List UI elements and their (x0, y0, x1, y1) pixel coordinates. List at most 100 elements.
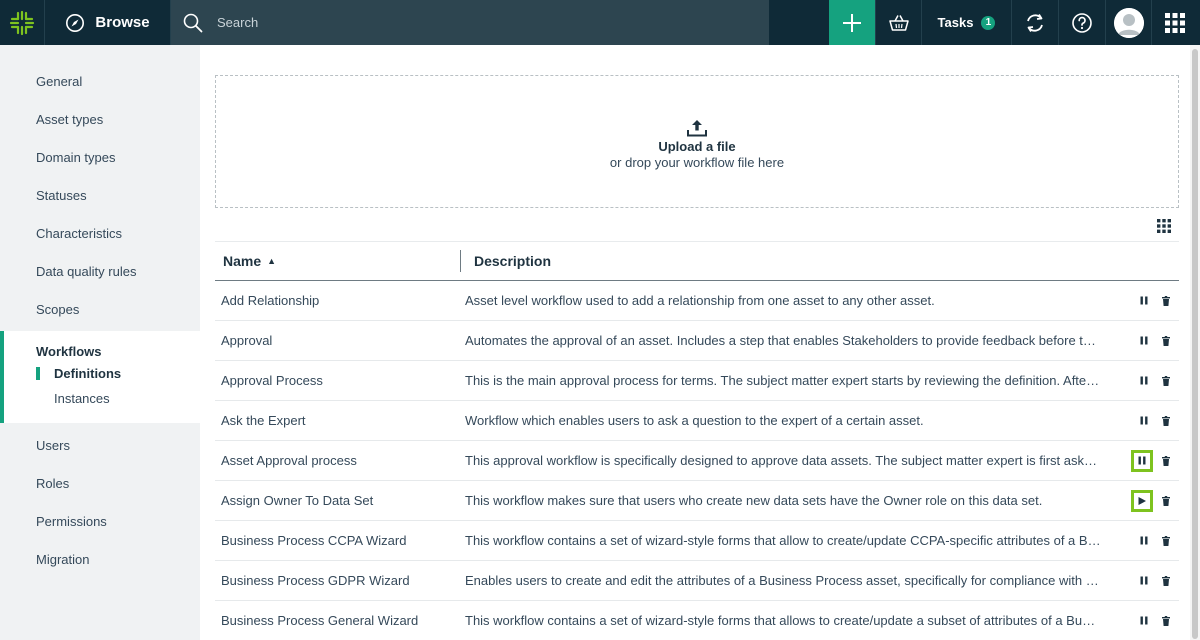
table-row[interactable]: Ask the Expert Workflow which enables use… (215, 401, 1179, 441)
sidebar-item-asset-types[interactable]: Asset types (0, 100, 200, 138)
workflow-description: Enables users to create and edit the att… (465, 573, 1101, 588)
tasks-button[interactable]: Tasks 1 (921, 0, 1011, 45)
row-actions (1101, 612, 1179, 630)
trash-icon (1162, 335, 1170, 346)
delete-workflow-button[interactable] (1157, 492, 1175, 510)
help-button[interactable] (1058, 0, 1105, 45)
table-row[interactable]: Assign Owner To Data Set This workflow ma… (215, 481, 1179, 521)
top-navigation-bar: Browse Tasks 1 (0, 0, 1200, 45)
workflow-name[interactable]: Assign Owner To Data Set (215, 493, 465, 508)
table-body: Add Relationship Asset level workflow use… (215, 281, 1179, 640)
sidebar-item-scopes[interactable]: Scopes (0, 290, 200, 328)
trash-icon (1162, 415, 1170, 426)
trash-icon (1162, 295, 1170, 306)
disable-workflow-button[interactable] (1131, 449, 1153, 472)
workflow-description: This is the main approval process for te… (465, 373, 1101, 388)
table-row[interactable]: Business Process GDPR Wizard Enables user… (215, 561, 1179, 601)
table-header: Name ▲ Description (215, 241, 1179, 281)
delete-workflow-button[interactable] (1157, 572, 1175, 590)
sidebar-item-domain-types[interactable]: Domain types (0, 138, 200, 176)
disable-workflow-button[interactable] (1135, 612, 1153, 630)
pause-icon (1140, 296, 1148, 305)
table-row[interactable]: Add Relationship Asset level workflow use… (215, 281, 1179, 321)
workflow-description: Asset level workflow used to add a relat… (465, 293, 935, 308)
row-actions (1101, 372, 1179, 390)
apps-grid-icon (1165, 12, 1185, 33)
table-row[interactable]: Business Process CCPA Wizard This workflo… (215, 521, 1179, 561)
sidebar-item-characteristics[interactable]: Characteristics (0, 214, 200, 252)
sidebar-item-data-quality-rules[interactable]: Data quality rules (0, 252, 200, 290)
trash-icon (1162, 455, 1170, 466)
pause-icon (1140, 416, 1148, 425)
upload-icon (687, 120, 707, 137)
workflow-name[interactable]: Business Process General Wizard (215, 613, 465, 628)
refresh-button[interactable] (1011, 0, 1058, 45)
trash-icon (1162, 535, 1170, 546)
scrollbar-thumb[interactable] (1192, 49, 1198, 639)
delete-workflow-button[interactable] (1157, 292, 1175, 310)
disable-workflow-button[interactable] (1135, 332, 1153, 350)
search-input[interactable] (217, 15, 717, 30)
disable-workflow-button[interactable] (1135, 372, 1153, 390)
delete-workflow-button[interactable] (1157, 412, 1175, 430)
pause-icon (1138, 456, 1146, 465)
workflow-name[interactable]: Ask the Expert (215, 413, 465, 428)
column-header-name-label: Name (223, 253, 262, 269)
help-icon (1072, 12, 1092, 33)
disable-workflow-button[interactable] (1135, 412, 1153, 430)
upload-dropzone[interactable]: Upload a file or drop your workflow file… (215, 75, 1179, 208)
disable-workflow-button[interactable] (1135, 572, 1153, 590)
workflow-name[interactable]: Business Process GDPR Wizard (215, 573, 465, 588)
delete-workflow-button[interactable] (1157, 372, 1175, 390)
sidebar-item-roles[interactable]: Roles (0, 464, 200, 502)
browse-label: Browse (95, 14, 150, 31)
table-row[interactable]: Approval Process This is the main approva… (215, 361, 1179, 401)
row-actions (1101, 532, 1179, 550)
workflow-name[interactable]: Add Relationship (215, 293, 465, 308)
table-row[interactable]: Business Process General Wizard This work… (215, 601, 1179, 640)
basket-icon (888, 14, 909, 31)
upload-subtitle: or drop your workflow file here (609, 155, 785, 170)
disable-workflow-button[interactable] (1135, 532, 1153, 550)
sidebar-item-permissions[interactable]: Permissions (0, 502, 200, 540)
table-row[interactable]: Asset Approval process This approval work… (215, 441, 1179, 481)
enable-workflow-button[interactable] (1131, 489, 1153, 512)
column-header-name[interactable]: Name ▲ (215, 253, 460, 269)
basket-button[interactable] (875, 0, 921, 45)
scrollbar[interactable] (1190, 45, 1200, 640)
workflow-description: This workflow contains a set of wizard-s… (465, 613, 1101, 628)
workflow-description: Automates the approval of an asset. Incl… (465, 333, 1101, 348)
sidebar-subitem-instances[interactable]: Instances (4, 386, 200, 411)
browse-button[interactable]: Browse (45, 0, 171, 45)
compass-icon (66, 13, 85, 32)
workflow-name[interactable]: Approval Process (215, 373, 465, 388)
sidebar-subitem-definitions[interactable]: Definitions (4, 361, 200, 386)
logo-icon (9, 10, 35, 35)
workflow-name[interactable]: Approval (215, 333, 465, 348)
user-menu-button[interactable] (1105, 0, 1151, 45)
sidebar-item-statuses[interactable]: Statuses (0, 176, 200, 214)
tasks-label: Tasks (937, 15, 974, 30)
sidebar-item-users[interactable]: Users (0, 426, 200, 464)
workflow-name[interactable]: Asset Approval process (215, 453, 465, 468)
create-button[interactable] (829, 0, 875, 45)
collibra-logo[interactable] (0, 0, 45, 45)
delete-workflow-button[interactable] (1157, 532, 1175, 550)
workflow-name[interactable]: Business Process CCPA Wizard (215, 533, 465, 548)
column-header-description[interactable]: Description (461, 253, 551, 269)
row-actions (1101, 449, 1179, 472)
play-icon (1138, 496, 1146, 505)
table-row[interactable]: Approval Automates the approval of an ass… (215, 321, 1179, 361)
sidebar-item-workflows[interactable]: Workflows (4, 341, 200, 361)
sidebar-item-migration[interactable]: Migration (0, 540, 200, 578)
tasks-count-badge: 1 (981, 15, 996, 30)
delete-workflow-button[interactable] (1157, 612, 1175, 630)
disable-workflow-button[interactable] (1135, 292, 1153, 310)
search-bar[interactable] (171, 0, 769, 45)
delete-workflow-button[interactable] (1157, 332, 1175, 350)
delete-workflow-button[interactable] (1157, 452, 1175, 470)
app-switcher-button[interactable] (1151, 0, 1198, 45)
column-settings-button[interactable] (1157, 219, 1171, 238)
upload-title: Upload a file (658, 139, 736, 154)
sidebar-item-general[interactable]: General (0, 62, 200, 100)
